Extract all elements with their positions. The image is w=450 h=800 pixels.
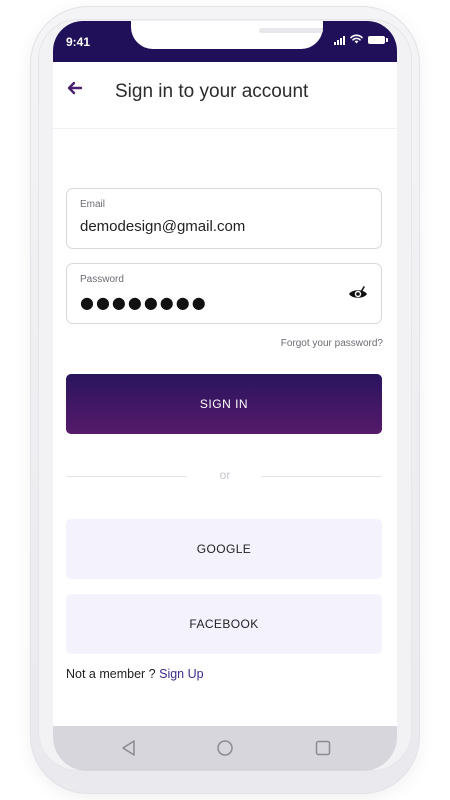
- system-nav-bar: [53, 726, 397, 771]
- facebook-button[interactable]: FACEBOOK: [66, 594, 382, 654]
- password-input[interactable]: ●●●●●●●●: [80, 293, 208, 312]
- email-input[interactable]: [80, 218, 340, 235]
- signup-prompt: Not a member ? Sign Up: [66, 667, 204, 681]
- sign-in-button[interactable]: SIGN IN: [66, 374, 382, 434]
- app-header: Sign in to your account: [53, 62, 397, 129]
- google-button[interactable]: GOOGLE: [66, 519, 382, 579]
- phone-screen: 9:41 Sign in to your account Email demod…: [53, 21, 397, 771]
- wifi-icon: [350, 31, 363, 49]
- email-field[interactable]: Email: [66, 188, 382, 249]
- circle-home-icon[interactable]: [216, 739, 234, 762]
- not-member-text: Not a member ?: [66, 667, 156, 681]
- triangle-back-icon[interactable]: [120, 739, 138, 762]
- status-icons: [334, 31, 388, 49]
- battery-icon: [368, 36, 388, 44]
- status-time: 9:41: [66, 35, 91, 49]
- sign-up-link[interactable]: Sign Up: [159, 667, 203, 681]
- speaker-grille: [259, 28, 323, 33]
- eye-icon[interactable]: [347, 284, 369, 304]
- password-label: Password: [80, 274, 124, 285]
- password-field[interactable]: Password ●●●●●●●●: [66, 263, 382, 324]
- page-title: Sign in to your account: [115, 81, 309, 102]
- phone-notch: [131, 21, 323, 49]
- forgot-password-link[interactable]: Forgot your password?: [281, 338, 383, 349]
- divider-or: or: [219, 468, 231, 482]
- square-recents-icon[interactable]: [314, 739, 332, 762]
- email-label: Email: [80, 199, 106, 210]
- arrow-left-icon[interactable]: [65, 78, 85, 98]
- signal-icon: [334, 35, 345, 45]
